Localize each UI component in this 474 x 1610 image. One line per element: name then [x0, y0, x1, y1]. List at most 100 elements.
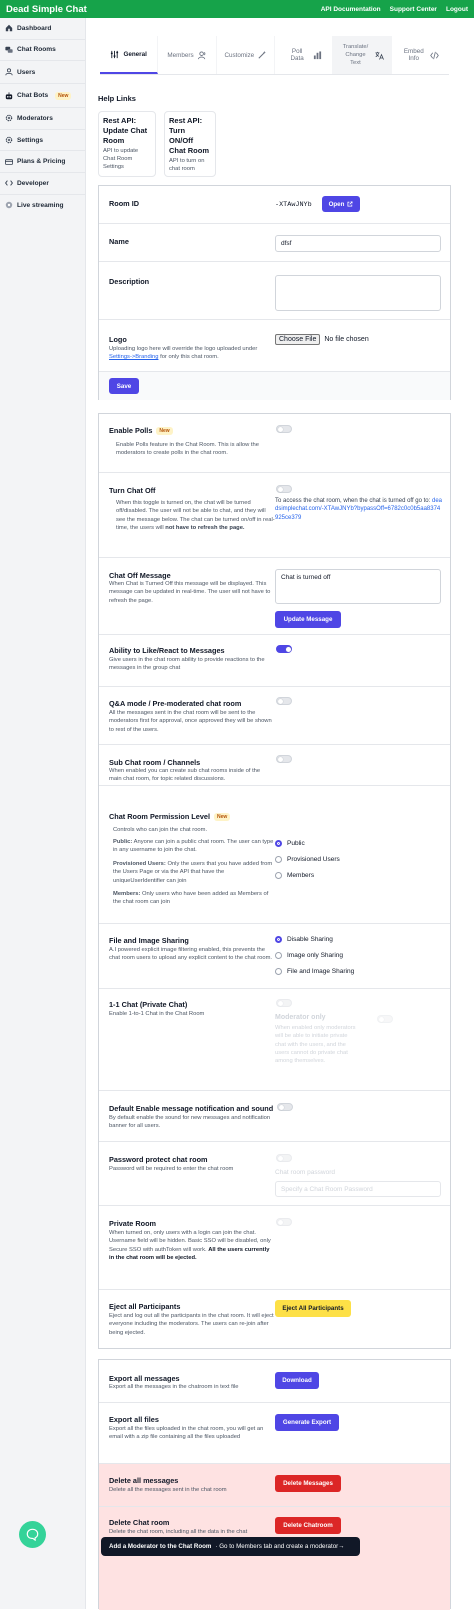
- home-icon: [5, 25, 13, 32]
- delete-messages-desc: Delete all the messages sent in the chat…: [109, 1487, 227, 1493]
- private-chat-desc: Enable 1-to-1 Chat in the Chat Room: [109, 1011, 205, 1017]
- description-textarea[interactable]: [275, 275, 441, 311]
- sidebar-item-moderators[interactable]: Moderators: [0, 108, 85, 130]
- users-icon: [5, 68, 13, 76]
- sidebar-item-chat-rooms[interactable]: Chat Rooms: [0, 40, 85, 62]
- permission-provisioned-desc: Provisioned Users: Only the users that y…: [113, 861, 273, 884]
- sharing-radio-image[interactable]: Image only Sharing: [275, 952, 343, 959]
- chat-off-message-textarea[interactable]: Chat is turned off: [275, 569, 441, 604]
- qa-mode-toggle[interactable]: [276, 697, 292, 705]
- wand-icon: [258, 51, 266, 59]
- delete-room-desc: Delete the chat room, including all the …: [109, 1529, 248, 1535]
- download-messages-button[interactable]: Download: [275, 1372, 319, 1389]
- permission-radio-public[interactable]: Public: [275, 840, 305, 847]
- notification-toggle[interactable]: [277, 1103, 293, 1111]
- moderator-toast[interactable]: Add a Moderator to the Chat Room · Go to…: [101, 1537, 360, 1556]
- permission-radio-members[interactable]: Members: [275, 872, 314, 879]
- gear-icon: [5, 115, 13, 122]
- name-label: Name: [109, 237, 129, 246]
- tab-poll-data[interactable]: Poll Data: [275, 36, 334, 74]
- eject-label: Eject all Participants: [109, 1302, 181, 1311]
- permission-radio-provisioned[interactable]: Provisioned Users: [275, 856, 340, 863]
- delete-messages-button[interactable]: Delete Messages: [275, 1475, 341, 1492]
- sharing-radio-disable[interactable]: Disable Sharing: [275, 936, 333, 943]
- permission-members-desc: Members: Only users who have been added …: [113, 891, 269, 906]
- new-badge: New: [213, 813, 231, 822]
- branding-settings-link[interactable]: Settings->Branding: [109, 354, 158, 360]
- new-badge: New: [55, 91, 72, 100]
- tab-members[interactable]: Members: [158, 36, 217, 74]
- like-react-toggle[interactable]: [276, 645, 292, 653]
- top-links: API Documentation Support Center Logout: [321, 6, 468, 13]
- private-chat-label: 1-1 Chat (Private Chat): [109, 1000, 188, 1009]
- help-card-update-room[interactable]: Rest API: Update Chat Room API to update…: [98, 111, 156, 177]
- like-react-label: Ability to Like/React to Messages: [109, 646, 225, 655]
- sharing-radio-file-image[interactable]: File and Image Sharing: [275, 968, 354, 975]
- open-room-button[interactable]: Open: [322, 196, 360, 212]
- features-panel: Enable Polls New Enable Polls feature in …: [98, 413, 451, 1349]
- password-protect-toggle[interactable]: [276, 1154, 292, 1162]
- help-card-turn-on-off[interactable]: Rest API: Turn ON/Off Chat Room API to t…: [164, 111, 216, 177]
- logo-file-input[interactable]: Choose File No file chosen: [275, 334, 369, 345]
- translate-icon: [375, 51, 385, 60]
- chat-off-message-desc: When Chat is Turned Off this message wil…: [109, 581, 271, 604]
- private-room-toggle[interactable]: [276, 1218, 292, 1226]
- top-bar: Dead Simple Chat API Documentation Suppo…: [0, 0, 474, 18]
- broadcast-icon: [5, 202, 13, 209]
- settings-tabs: General Members Customize Poll Data Tran…: [100, 36, 449, 75]
- sliders-icon: [111, 50, 119, 58]
- export-messages-desc: Export all the messages in the chatroom …: [109, 1384, 239, 1390]
- file-status: No file chosen: [324, 336, 369, 343]
- name-input[interactable]: dfsf: [275, 235, 441, 252]
- sidebar-item-dashboard[interactable]: Dashboard: [0, 18, 85, 40]
- logo-description: Uploading logo here will override the lo…: [109, 346, 258, 361]
- enable-polls-label: Enable Polls New: [109, 426, 173, 436]
- turn-chat-off-toggle[interactable]: [276, 485, 292, 493]
- chat-room-password-input[interactable]: Specify a Chat Room Password: [275, 1181, 441, 1197]
- support-chat-button[interactable]: [19, 1521, 46, 1548]
- credit-card-icon: [5, 158, 13, 165]
- update-message-button[interactable]: Update Message: [275, 611, 341, 628]
- chat-room-password-label: Chat room password: [275, 1169, 335, 1176]
- sub-rooms-toggle[interactable]: [276, 755, 292, 763]
- enable-polls-desc: Enable Polls feature in the Chat Room. T…: [116, 442, 259, 457]
- logout-link[interactable]: Logout: [446, 6, 468, 13]
- private-room-desc: When turned on, only users with a login …: [109, 1230, 271, 1261]
- notification-label: Default Enable message notification and …: [109, 1104, 274, 1113]
- generate-export-button[interactable]: Generate Export: [275, 1414, 339, 1431]
- sidebar-item-plans-pricing[interactable]: Plans & Pricing: [0, 151, 85, 173]
- sidebar-item-chat-bots[interactable]: Chat Bots New: [0, 84, 85, 109]
- permission-public-desc: Public: Anyone can join a public chat ro…: [113, 839, 274, 854]
- brand-logo-text[interactable]: Dead Simple Chat: [6, 4, 87, 15]
- delete-chatroom-button[interactable]: Delete Chatroom: [275, 1517, 341, 1534]
- enable-polls-toggle[interactable]: [276, 425, 292, 433]
- sidebar-item-developer[interactable]: Developer: [0, 173, 85, 195]
- sub-rooms-label: Sub Chat room / Channels: [109, 758, 201, 767]
- moderator-only-toggle[interactable]: [377, 1015, 393, 1023]
- sidebar-item-users[interactable]: Users: [0, 61, 85, 85]
- api-docs-link[interactable]: API Documentation: [321, 6, 381, 13]
- tab-translate[interactable]: Translate/ Change Text: [333, 36, 392, 74]
- eject-desc: Eject and log out all the participants i…: [109, 1313, 274, 1336]
- private-chat-toggle[interactable]: [276, 999, 292, 1007]
- tab-embed-info[interactable]: Embed Info: [392, 36, 449, 74]
- support-center-link[interactable]: Support Center: [390, 6, 437, 13]
- moderator-only-desc: When enabled only moderators will be abl…: [275, 1025, 356, 1065]
- tab-general[interactable]: General: [100, 36, 159, 74]
- users-icon: [197, 50, 205, 59]
- sub-rooms-desc: When enabled you can create sub chat roo…: [109, 768, 261, 783]
- choose-file-button[interactable]: Choose File: [275, 334, 321, 345]
- bar-chart-icon: [314, 50, 322, 59]
- like-react-desc: Give users in the chat room ability to p…: [109, 657, 265, 672]
- room-id-label: Room ID: [109, 199, 139, 208]
- sharing-label: File and Image Sharing: [109, 936, 189, 945]
- qa-mode-desc: All the messages sent in the chat room w…: [109, 710, 272, 733]
- save-button[interactable]: Save: [109, 378, 139, 394]
- tab-customize[interactable]: Customize: [217, 36, 275, 74]
- chat-off-access-info: To access the chat room, when the chat i…: [275, 498, 442, 521]
- eject-all-button[interactable]: Eject All Participants: [275, 1300, 351, 1317]
- code-icon: [5, 180, 13, 186]
- sidebar-item-settings[interactable]: Settings: [0, 130, 85, 152]
- sidebar-item-live-streaming[interactable]: Live streaming: [0, 195, 85, 217]
- qa-mode-label: Q&A mode / Pre-moderated chat room: [109, 699, 242, 708]
